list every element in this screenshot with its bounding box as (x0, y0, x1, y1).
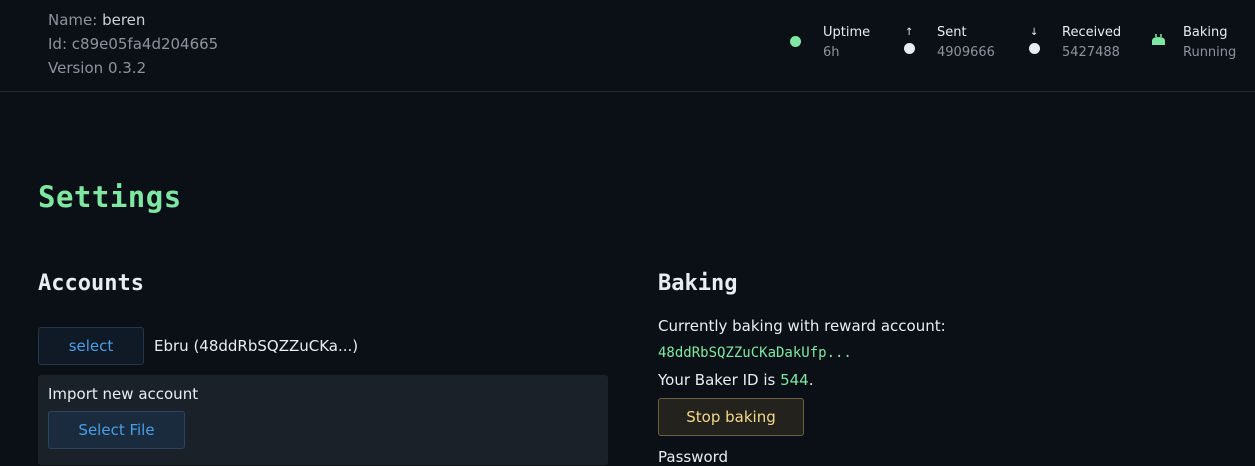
password-label: Password (658, 448, 729, 466)
baking-title: Baking (658, 271, 738, 296)
sent-title: Sent (937, 25, 967, 40)
node-version-row: Version 0.3.2 (48, 56, 218, 80)
node-id-label: Id: (48, 35, 67, 53)
uptime-value: 6h (823, 45, 840, 60)
node-name-row: Name: beren (48, 8, 218, 32)
header: Name: beren Id: c89e05fa4d204665 Version… (0, 0, 1255, 92)
uptime-title: Uptime (823, 25, 871, 40)
received-dot-icon (1029, 43, 1040, 54)
received-title: Received (1062, 25, 1122, 40)
arrow-down-icon: ↓ (1030, 27, 1039, 38)
import-account-label: Import new account (48, 385, 199, 403)
node-name: beren (102, 11, 146, 29)
received-value: 5427488 (1062, 45, 1120, 60)
arrow-up-icon: ↑ (905, 27, 914, 38)
node-id-row: Id: c89e05fa4d204665 (48, 32, 218, 56)
baker-id: 544 (780, 371, 809, 389)
node-id: c89e05fa4d204665 (71, 35, 219, 53)
sent-dot-icon (904, 43, 915, 54)
reward-account: 48ddRbSQZZuCKaDakUfp... (658, 345, 852, 361)
stop-baking-button[interactable]: Stop baking (658, 398, 804, 436)
node-version-label: Version (48, 59, 104, 77)
baking-title: Baking (1183, 25, 1228, 40)
select-file-button[interactable]: Select File (48, 411, 185, 449)
select-account-button[interactable]: select (38, 327, 144, 365)
node-name-label: Name: (48, 11, 98, 29)
node-info: Name: beren Id: c89e05fa4d204665 Version… (48, 8, 218, 80)
status-dot-icon (790, 36, 801, 47)
baking-status-text: Currently baking with reward account: (658, 317, 946, 335)
accounts-title: Accounts (38, 271, 144, 296)
import-account-panel: Import new account Select File (38, 375, 608, 465)
baker-id-suffix: . (808, 371, 814, 389)
baker-id-row: Your Baker ID is 544. (658, 371, 814, 389)
node-version: 0.3.2 (107, 59, 147, 77)
current-account-label: Ebru (48ddRbSQZZuCKa...) (154, 337, 359, 355)
page-title: Settings (38, 180, 182, 214)
baker-id-prefix: Your Baker ID is (658, 371, 776, 389)
bread-icon (1152, 34, 1165, 45)
baking-status: Running (1183, 45, 1237, 60)
sent-value: 4909666 (937, 45, 995, 60)
